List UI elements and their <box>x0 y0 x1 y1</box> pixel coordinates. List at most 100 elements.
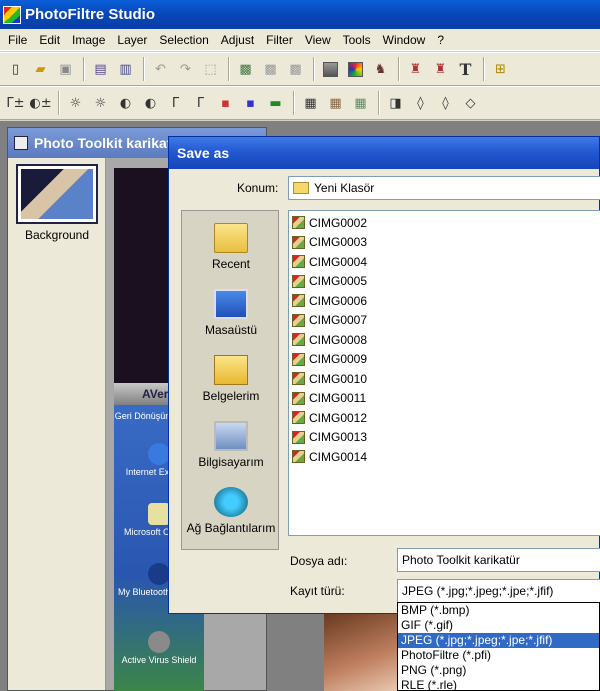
computer-icon <box>214 421 248 451</box>
menu-image[interactable]: Image <box>66 33 111 47</box>
menu-adjust[interactable]: Adjust <box>215 33 260 47</box>
image-file-icon <box>292 255 305 269</box>
gradient-icon[interactable] <box>319 58 342 81</box>
menu-view[interactable]: View <box>299 33 337 47</box>
file-list[interactable]: CIMG0002 CIMG0003 CIMG0004 CIMG0005 CIMG… <box>288 210 600 536</box>
list-item[interactable]: CIMG0006 <box>292 291 600 311</box>
toolbar-separator <box>378 91 380 115</box>
list-item[interactable]: CIMG0005 <box>292 272 600 292</box>
save-disk-icon[interactable]: ▣ <box>54 58 77 81</box>
location-label: Konum: <box>237 181 279 195</box>
list-item[interactable]: CIMG0003 <box>292 233 600 253</box>
filetype-select[interactable]: JPEG (*.jpg;*.jpeg;*.jpe;*.jfif) <box>397 579 600 603</box>
undo-icon[interactable]: ↶ <box>149 58 172 81</box>
list-item[interactable]: CIMG0012 <box>292 408 600 428</box>
menu-layer[interactable]: Layer <box>111 33 153 47</box>
list-item[interactable]: CIMG0007 <box>292 311 600 331</box>
documents-icon <box>214 355 248 385</box>
location-value: Yeni Klasör <box>314 181 375 195</box>
list-item[interactable]: CIMG0011 <box>292 389 600 409</box>
menu-filter[interactable]: Filter <box>260 33 299 47</box>
desktop-icon: Active Virus Shield <box>114 631 204 665</box>
runner-icon[interactable]: ♜ <box>404 58 427 81</box>
toolbar-separator <box>293 91 295 115</box>
saturation-down-icon[interactable]: ▪ <box>214 92 237 115</box>
toolbar-separator <box>143 57 145 81</box>
app-logo-icon <box>3 5 21 24</box>
scan-icon[interactable]: ▥ <box>114 58 137 81</box>
filetype-option-pfi[interactable]: PhotoFiltre (*.pfi) <box>398 648 599 663</box>
open-folder-icon[interactable]: ▰ <box>29 58 52 81</box>
dialog-title: Save as <box>177 145 230 161</box>
redo-icon[interactable]: ↷ <box>174 58 197 81</box>
layer-thumbnail[interactable] <box>16 164 98 224</box>
new-file-icon[interactable]: ▯ <box>4 58 27 81</box>
menu-help[interactable]: ? <box>431 33 450 47</box>
grid-icon-1[interactable]: ▦ <box>299 92 322 115</box>
toolbar-separator <box>58 91 60 115</box>
filetype-option-rle[interactable]: RLE (*.rle) <box>398 678 599 691</box>
filename-input[interactable]: Photo Toolkit karikatür <box>397 548 600 572</box>
image-crop-icon[interactable]: ▩ <box>284 58 307 81</box>
auto-contrast-icon[interactable]: ◐± <box>29 92 52 115</box>
drop-icon[interactable]: ◊ <box>409 92 432 115</box>
network-icon <box>214 487 248 517</box>
recent-folder-icon <box>214 223 248 253</box>
menu-file[interactable]: File <box>2 33 33 47</box>
auto-gamma-icon[interactable]: Γ± <box>4 92 27 115</box>
menu-edit[interactable]: Edit <box>33 33 66 47</box>
image-copy-icon[interactable]: ▩ <box>259 58 282 81</box>
brightness-down-icon[interactable]: ☼ <box>64 92 87 115</box>
grid-icon-2[interactable]: ▦ <box>324 92 347 115</box>
filetype-option-jpeg[interactable]: JPEG (*.jpg;*.jpeg;*.jpe;*.jfif) <box>398 633 599 648</box>
dialog-title-bar[interactable]: Save as <box>169 137 599 169</box>
text-tool-icon[interactable]: T <box>454 58 477 81</box>
location-combo[interactable]: Yeni Klasör <box>288 176 600 200</box>
brightness-up-icon[interactable]: ☼ <box>89 92 112 115</box>
toolbar-separator <box>483 57 485 81</box>
image-file-icon <box>292 294 305 308</box>
drop-filled-icon[interactable]: ◊ <box>434 92 457 115</box>
filetype-label: Kayıt türü: <box>290 584 345 598</box>
grid-icon-3[interactable]: ▦ <box>349 92 372 115</box>
toolbar-separator <box>398 57 400 81</box>
menu-tools[interactable]: Tools <box>337 33 377 47</box>
list-item[interactable]: CIMG0010 <box>292 369 600 389</box>
gamma-up-icon[interactable]: Γ <box>189 92 212 115</box>
main-toolbar: ▯ ▰ ▣ ▤ ▥ ↶ ↷ ⬚ ▩ ▩ ▩ ♞ ♜ ♜ T ⊞ <box>0 52 600 86</box>
place-network[interactable]: Ağ Bağlantılarım <box>182 487 280 535</box>
filetype-option-png[interactable]: PNG (*.png) <box>398 663 599 678</box>
list-item[interactable]: CIMG0002 <box>292 213 600 233</box>
image-window-title: Photo Toolkit karikatür <box>34 135 186 151</box>
list-item[interactable]: CIMG0013 <box>292 428 600 448</box>
place-documents[interactable]: Belgelerim <box>182 355 280 403</box>
contrast-up-icon[interactable]: ◐ <box>139 92 162 115</box>
cube-icon[interactable]: ◨ <box>384 92 407 115</box>
contrast-down-icon[interactable]: ◐ <box>114 92 137 115</box>
image-paste-icon[interactable]: ▩ <box>234 58 257 81</box>
color-balance-icon[interactable]: ▬ <box>264 92 287 115</box>
filename-value: Photo Toolkit karikatür <box>402 553 520 567</box>
image-file-icon <box>292 411 305 425</box>
gamma-down-icon[interactable]: Γ <box>164 92 187 115</box>
filetype-option-bmp[interactable]: BMP (*.bmp) <box>398 603 599 618</box>
list-item[interactable]: CIMG0014 <box>292 447 600 467</box>
runner-alt-icon[interactable]: ♜ <box>429 58 452 81</box>
place-desktop[interactable]: Masaüstü <box>182 289 280 337</box>
explorer-icon[interactable]: ⊞ <box>489 58 512 81</box>
select-area-icon[interactable]: ⬚ <box>199 58 222 81</box>
filetype-option-gif[interactable]: GIF (*.gif) <box>398 618 599 633</box>
palette-icon[interactable] <box>344 58 367 81</box>
saturation-up-icon[interactable]: ▪ <box>239 92 262 115</box>
place-computer[interactable]: Bilgisayarım <box>182 421 280 469</box>
automation-icon[interactable]: ♞ <box>369 58 392 81</box>
list-item[interactable]: CIMG0008 <box>292 330 600 350</box>
place-recent[interactable]: Recent <box>182 223 280 271</box>
menu-selection[interactable]: Selection <box>153 33 214 47</box>
list-item[interactable]: CIMG0009 <box>292 350 600 370</box>
print-icon[interactable]: ▤ <box>89 58 112 81</box>
menu-window[interactable]: Window <box>377 33 432 47</box>
list-item[interactable]: CIMG0004 <box>292 252 600 272</box>
sharpen-icon[interactable]: ◇ <box>459 92 482 115</box>
filetype-dropdown: BMP (*.bmp) GIF (*.gif) JPEG (*.jpg;*.jp… <box>397 602 600 691</box>
